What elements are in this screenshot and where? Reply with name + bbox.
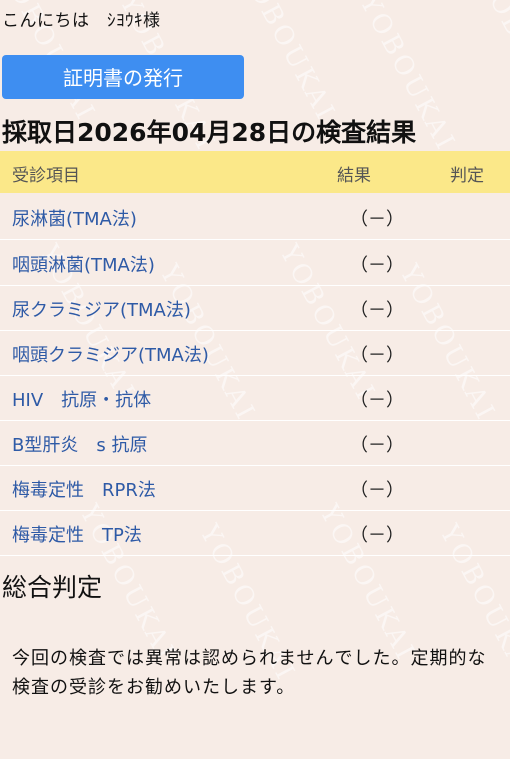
header-result: 結果 <box>337 166 371 186</box>
greeting-text: こんにちは ｼﾖｳｷ様 <box>2 11 161 31</box>
test-result: （－） <box>350 300 404 321</box>
page-title: 採取日2026年04月28日の検査結果 <box>2 118 417 147</box>
table-row: 梅毒定性 TP法 （－） <box>0 510 510 556</box>
header-judgment: 判定 <box>450 166 484 186</box>
test-result: （－） <box>350 525 404 546</box>
overall-judgment-text: 今回の検査では異常は認められませんでした。定期的な検査の受診をお勧めいたします。 <box>12 648 487 698</box>
results-table-header: 受診項目 結果 判定 <box>0 151 510 193</box>
test-result: （－） <box>350 390 404 411</box>
table-row: HIV 抗原・抗体 （－） <box>0 375 510 421</box>
table-row: 梅毒定性 RPR法 （－） <box>0 465 510 511</box>
watermark-text: YOBOUKAI <box>233 0 342 127</box>
test-result: （－） <box>350 209 404 230</box>
test-result: （－） <box>350 480 404 501</box>
header-item: 受診項目 <box>12 166 80 186</box>
table-row: B型肝炎 s 抗原 （－） <box>0 420 510 466</box>
test-item: 尿淋菌(TMA法) <box>12 209 137 230</box>
test-item: 尿クラミジア(TMA法) <box>12 300 191 321</box>
table-row: 咽頭淋菌(TMA法) （－） <box>0 240 510 286</box>
test-result: （－） <box>350 435 404 456</box>
test-item: 咽頭クラミジア(TMA法) <box>12 345 209 366</box>
table-row: 尿淋菌(TMA法) （－） <box>0 194 510 240</box>
test-item: B型肝炎 s 抗原 <box>12 435 148 456</box>
test-item: 梅毒定性 RPR法 <box>12 480 156 501</box>
test-item: 咽頭淋菌(TMA法) <box>12 255 155 276</box>
issue-certificate-button[interactable]: 証明書の発行 <box>2 55 244 99</box>
watermark-text: YOBOUKAI <box>473 0 510 137</box>
test-result: （－） <box>350 345 404 366</box>
test-result: （－） <box>350 255 404 276</box>
test-item: 梅毒定性 TP法 <box>12 525 142 546</box>
table-row: 尿クラミジア(TMA法) （－） <box>0 285 510 331</box>
test-item: HIV 抗原・抗体 <box>12 390 152 411</box>
overall-judgment-title: 総合判定 <box>2 573 103 602</box>
table-row: 咽頭クラミジア(TMA法) （－） <box>0 330 510 376</box>
